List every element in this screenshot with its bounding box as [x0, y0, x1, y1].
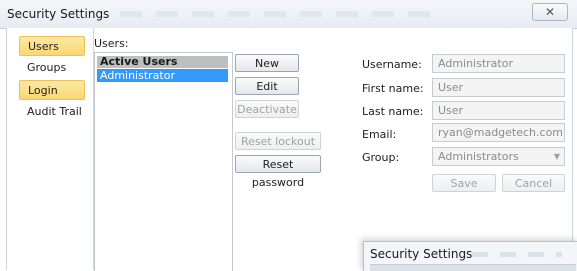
new-button[interactable]: New [235, 54, 299, 72]
overlay-window-title: Security Settings [370, 247, 473, 261]
user-list[interactable]: Active Users Administrator [94, 52, 233, 271]
group-select[interactable]: Administrators ▼ [432, 147, 565, 166]
overlay-window[interactable]: Security Settings [363, 241, 577, 271]
deactivate-button[interactable]: Deactivate [235, 100, 299, 118]
email-label: Email: [362, 128, 397, 141]
sidebar-item-groups[interactable]: Groups [19, 58, 85, 78]
save-button[interactable]: Save [432, 174, 496, 192]
username-field[interactable]: Administrator [432, 54, 565, 73]
cancel-button[interactable]: Cancel [502, 174, 565, 192]
users-label: Users: [94, 37, 129, 50]
title-bar-blur [120, 11, 440, 17]
title-bar: Security Settings ✕ [0, 0, 577, 29]
sidebar-item-audit-trail[interactable]: Audit Trail [19, 102, 85, 122]
first-name-label: First name: [362, 82, 424, 95]
sidebar-item-users[interactable]: Users [19, 36, 85, 56]
last-name-field[interactable]: User [432, 101, 565, 120]
reset-lockout-button[interactable]: Reset lockout [235, 132, 321, 150]
user-group-header: Active Users [97, 56, 228, 68]
reset-password-button[interactable]: Reset password [235, 155, 321, 189]
close-button[interactable]: ✕ [532, 3, 568, 21]
list-item[interactable]: Administrator [97, 69, 228, 82]
chevron-down-icon: ▼ [553, 152, 560, 161]
group-select-value: Administrators [438, 150, 519, 163]
email-field[interactable]: ryan@madgetech.com [432, 123, 565, 142]
first-name-field[interactable]: User [432, 78, 565, 97]
last-name-label: Last name: [362, 105, 424, 118]
sidebar: Users Groups Login Audit Trail [15, 28, 94, 270]
overlay-title-blur [472, 252, 562, 257]
username-label: Username: [362, 58, 422, 71]
sidebar-item-login[interactable]: Login [19, 80, 85, 100]
edit-button[interactable]: Edit [235, 77, 299, 95]
group-label: Group: [362, 151, 400, 164]
window-title: Security Settings [7, 7, 110, 21]
